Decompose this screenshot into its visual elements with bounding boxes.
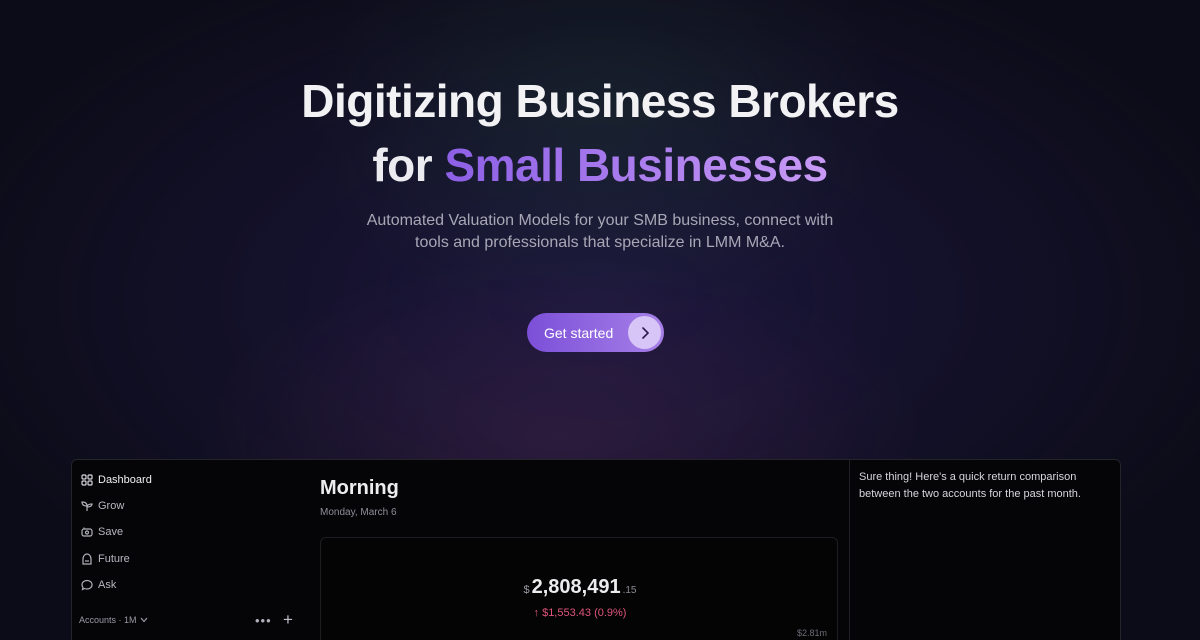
sprout-icon bbox=[80, 500, 93, 513]
balance-card: $ 2,808,491 .15 ↑ $1,553.43 (0.9%) $2.81… bbox=[320, 537, 838, 640]
balance-display: $ 2,808,491 .15 bbox=[321, 576, 839, 599]
sidebar-item-label: Future bbox=[98, 553, 130, 565]
hero-title-accent: Small Businesses bbox=[444, 139, 828, 191]
chevron-right-icon bbox=[628, 316, 661, 349]
balance-cents: .15 bbox=[622, 585, 637, 596]
sidebar-item-label: Grow bbox=[98, 500, 125, 512]
main-panel: Morning Monday, March 6 $ 2,808,491 .15 … bbox=[320, 460, 840, 640]
hero-subtitle: Automated Valuation Models for your SMB … bbox=[366, 212, 834, 251]
chevron-down-icon bbox=[140, 615, 148, 625]
page-title: Morning bbox=[320, 477, 399, 499]
accounts-dropdown[interactable]: Accounts · 1M bbox=[79, 615, 148, 625]
get-started-button[interactable]: Get started bbox=[527, 313, 664, 352]
currency-symbol: $ bbox=[523, 584, 530, 596]
sidebar-item-future[interactable]: Future bbox=[80, 549, 130, 569]
hourglass-icon bbox=[80, 553, 93, 566]
grid-icon bbox=[80, 474, 93, 487]
chat-panel: Sure thing! Here's a quick return compar… bbox=[849, 460, 1120, 640]
accounts-label: Accounts · 1M bbox=[79, 615, 137, 625]
sidebar-item-dashboard[interactable]: Dashboard bbox=[80, 470, 152, 490]
sidebar-item-save[interactable]: Save bbox=[80, 522, 123, 542]
hero-title-plain: for bbox=[372, 139, 445, 191]
sidebar-item-label: Dashboard bbox=[98, 474, 152, 486]
hero-title-line2: for Small Businesses bbox=[0, 138, 1200, 192]
app-preview: Dashboard Grow Save Future Ask Accounts … bbox=[71, 459, 1121, 640]
date-label: Monday, March 6 bbox=[320, 507, 397, 518]
hero-title-line1: Digitizing Business Brokers bbox=[301, 75, 899, 127]
chat-bubble-icon bbox=[80, 579, 93, 592]
more-options-button[interactable]: ••• bbox=[255, 613, 272, 628]
sidebar-item-ask[interactable]: Ask bbox=[80, 575, 116, 595]
balance-change: ↑ $1,553.43 (0.9%) bbox=[533, 607, 627, 619]
get-started-label: Get started bbox=[544, 324, 614, 341]
sidebar: Dashboard Grow Save Future Ask Accounts … bbox=[72, 460, 302, 640]
add-account-button[interactable]: + bbox=[283, 610, 293, 630]
sidebar-item-label: Ask bbox=[98, 579, 117, 591]
piggy-bank-icon bbox=[80, 526, 93, 539]
chart-axis-max: $2.81m bbox=[796, 628, 827, 638]
balance-amount: 2,808,491 bbox=[531, 576, 621, 598]
sidebar-item-grow[interactable]: Grow bbox=[80, 496, 124, 516]
chat-message: Sure thing! Here's a quick return compar… bbox=[859, 471, 1081, 500]
sidebar-item-label: Save bbox=[98, 526, 124, 538]
